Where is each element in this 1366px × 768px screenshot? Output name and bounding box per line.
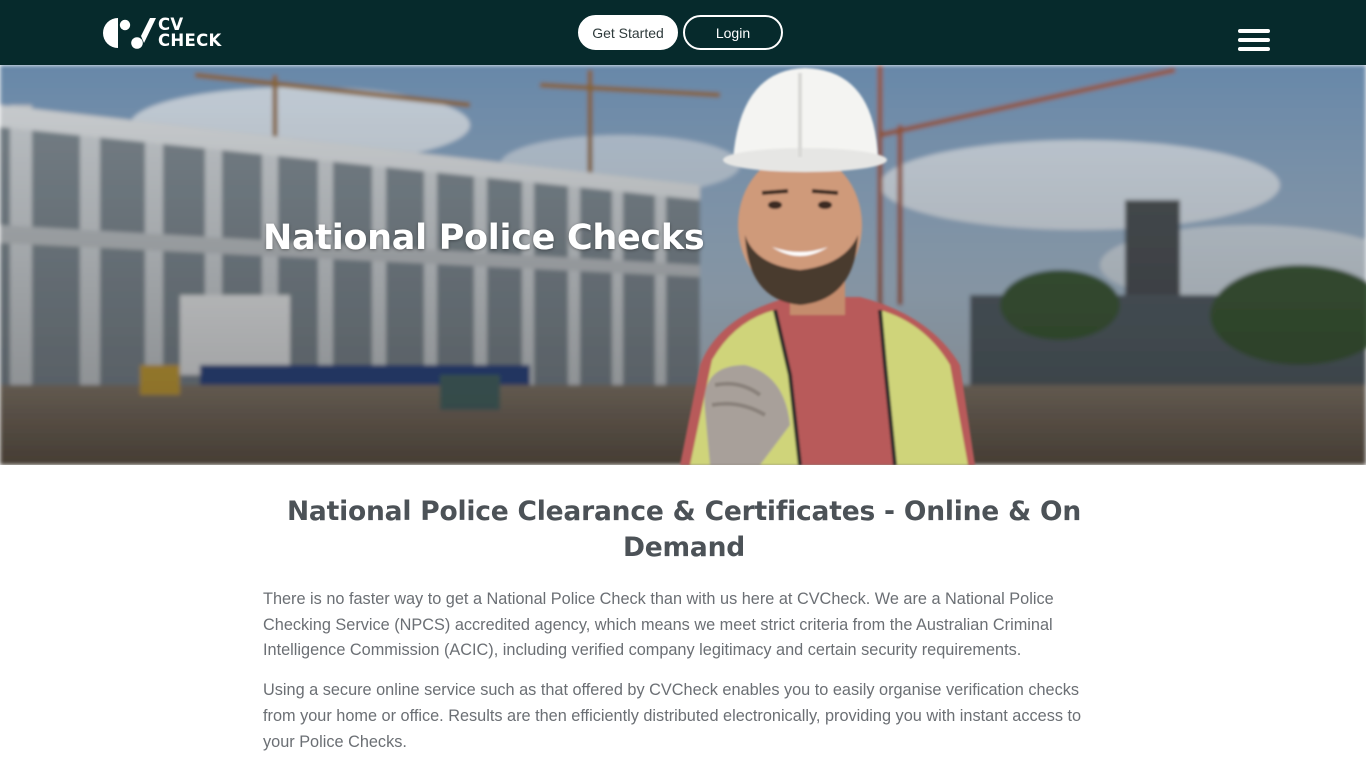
hero-banner: National Police Checks xyxy=(0,65,1366,465)
logo-wordmark: CV CHECK xyxy=(158,17,222,48)
section-heading: National Police Clearance & Certificates… xyxy=(286,496,1082,563)
main-content: National Police Clearance & Certificates… xyxy=(263,494,1105,755)
top-navigation-bar: CV CHECK Get Started Login xyxy=(0,0,1366,65)
cvcheck-logo-mark-icon xyxy=(103,18,156,49)
logo-text-check: CHECK xyxy=(158,30,222,50)
hero-title: National Police Checks xyxy=(263,218,705,258)
cvcheck-logo[interactable]: CV CHECK xyxy=(103,16,225,50)
login-button[interactable]: Login xyxy=(683,15,783,50)
secondary-paragraph: Using a secure online service such as th… xyxy=(263,681,1082,751)
intro-paragraph: There is no faster way to get a National… xyxy=(263,590,1054,660)
get-started-button[interactable]: Get Started xyxy=(578,15,678,50)
hamburger-menu-icon[interactable] xyxy=(1238,27,1271,53)
construction-worker-hero-image xyxy=(0,65,1366,465)
